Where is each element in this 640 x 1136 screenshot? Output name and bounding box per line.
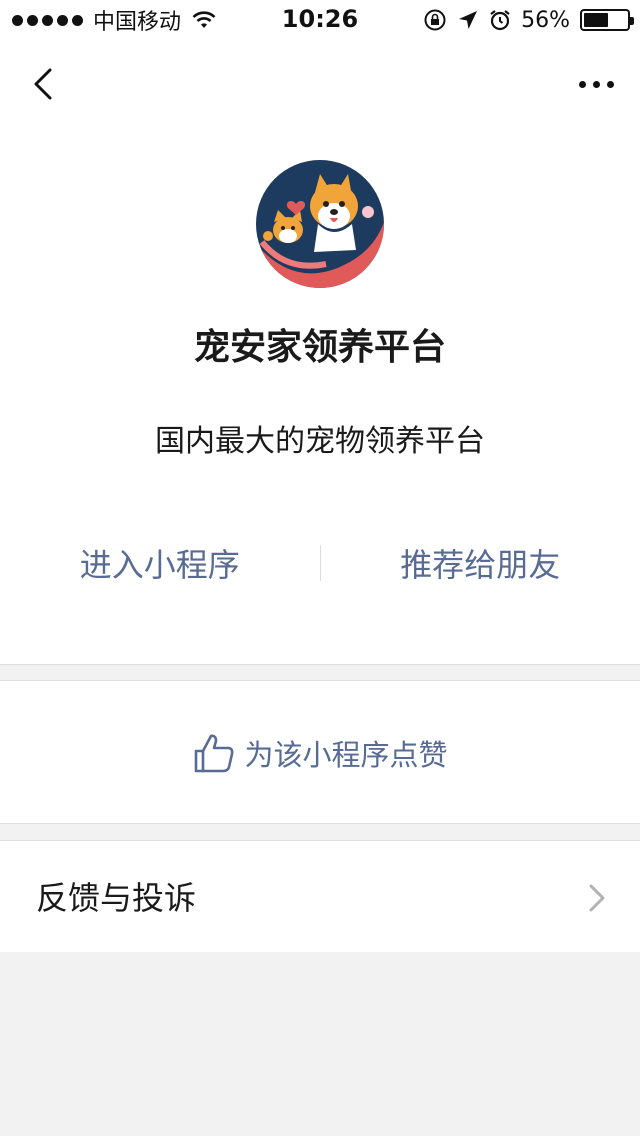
battery-percent: 56% [521,7,570,33]
status-bar-right: 56% [423,6,634,34]
more-dot [606,80,614,88]
feedback-complaint-row[interactable]: 反馈与投诉 [0,840,640,952]
chevron-left-icon [34,68,52,100]
like-card: 为该小程序点赞 [0,680,640,824]
more-button[interactable] [572,68,620,100]
section-divider [0,664,640,665]
orientation-lock-icon [424,9,446,31]
battery-icon [580,9,634,31]
location-arrow-icon [459,11,478,29]
more-dot [578,80,586,88]
mini-program-info-card: 宠安家领养平台 国内最大的宠物领养平台 进入小程序 推荐给朋友 [0,128,640,664]
back-button[interactable] [22,62,66,106]
battery-fill [584,13,608,27]
like-label: 为该小程序点赞 [244,738,448,772]
dog-and-cat-avatar-icon [256,160,384,288]
app-name: 宠安家领养平台 [193,327,446,368]
actions-row: 进入小程序 推荐给朋友 [0,534,640,592]
like-button[interactable]: 为该小程序点赞 [0,681,640,825]
app-description: 国内最大的宠物领养平台 [155,424,485,459]
app-avatar [256,160,384,288]
nav-bar [0,40,640,128]
chevron-right-icon [589,884,605,912]
thumbs-up-icon [195,734,234,773]
enter-mini-program-button[interactable]: 进入小程序 [0,534,320,592]
recommend-to-friend-button[interactable]: 推荐给朋友 [321,534,640,592]
alarm-icon [490,10,510,31]
status-bar: 中国移动 10:26 56% [0,0,640,40]
feedback-label: 反馈与投诉 [36,879,197,917]
more-dot [592,80,600,88]
